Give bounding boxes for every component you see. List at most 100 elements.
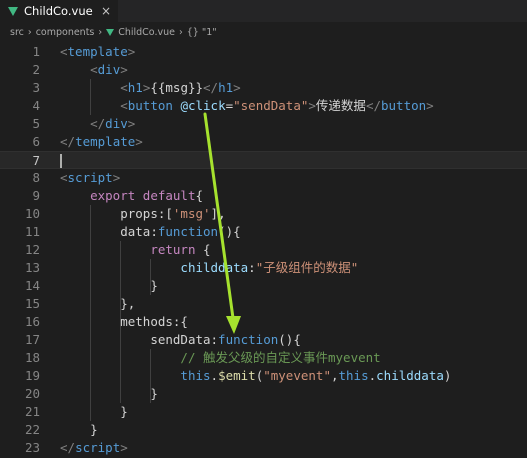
code-token: div [105, 116, 128, 131]
code-token: script [75, 440, 121, 455]
code-text: </template> [60, 133, 143, 151]
code-token: < [60, 44, 68, 59]
code-line[interactable]: 21 } [0, 403, 527, 421]
code-text: }, [60, 295, 135, 313]
tab-childco-vue[interactable]: ChildCo.vue × [0, 0, 118, 22]
code-line[interactable]: 16 methods:{ [0, 313, 527, 331]
code-line[interactable]: 13 childdata:"子级组件的数据" [0, 259, 527, 277]
code-line[interactable]: 5 </div> [0, 115, 527, 133]
code-token: template [75, 134, 136, 149]
chevron-right-icon: › [27, 27, 32, 38]
code-token: > [135, 134, 143, 149]
code-editor[interactable]: 1 <template> 2 <div> 3 <h1>{{msg}}</h1> 4 <b… [0, 43, 527, 458]
code-token: } [150, 278, 158, 293]
code-line[interactable]: 19 this.$emit("myevent",this.childdata) [0, 367, 527, 385]
code-token: template [67, 44, 128, 59]
line-number: 16 [24, 314, 40, 329]
code-token: < [120, 80, 128, 95]
line-number: 19 [24, 368, 40, 383]
line-number: 13 [24, 260, 40, 275]
breadcrumb-item-src[interactable]: src [10, 27, 24, 38]
code-line[interactable]: 4 <button @click="sendData">传递数据</button… [0, 97, 527, 115]
code-token: } [90, 422, 98, 437]
code-token: } [120, 404, 128, 419]
code-token: "sendData" [233, 98, 309, 113]
code-text: <div> [60, 61, 128, 79]
code-token: 'msg' [172, 206, 211, 221]
code-line[interactable]: 22 } [0, 421, 527, 439]
code-token: </ [203, 80, 219, 95]
code-line[interactable]: 6 </template> [0, 133, 527, 151]
code-token: < [60, 170, 68, 185]
code-text: } [60, 421, 98, 439]
line-number: 15 [24, 296, 40, 311]
code-line[interactable]: 17 sendData:function(){ [0, 331, 527, 349]
code-line[interactable]: 10 props:['msg'], [0, 205, 527, 223]
code-line[interactable]: 18 // 触发父级的自定义事件myevent [0, 349, 527, 367]
close-icon[interactable]: × [101, 3, 111, 19]
breadcrumb-item-file[interactable]: ChildCo.vue [118, 27, 175, 38]
code-line[interactable]: 11 data:function(){ [0, 223, 527, 241]
code-line[interactable]: 9 export default{ [0, 187, 527, 205]
chevron-right-icon: › [178, 27, 183, 38]
code-token: > [426, 98, 434, 113]
code-token: > [112, 170, 121, 185]
code-token: data: [120, 224, 158, 239]
code-token: { [195, 188, 204, 203]
code-line[interactable]: 8 <script> [0, 169, 527, 187]
code-token: $emit [218, 368, 256, 383]
code-line[interactable]: 1 <template> [0, 43, 527, 61]
code-text: export default{ [60, 187, 203, 205]
line-number: 4 [32, 98, 40, 113]
line-number: 10 [24, 206, 40, 221]
line-number: 11 [24, 224, 40, 239]
code-line[interactable]: 12 return { [0, 241, 527, 259]
code-token: , [330, 368, 339, 383]
code-token: h1 [218, 80, 234, 95]
code-token: this [338, 368, 369, 383]
code-line[interactable]: 7 [0, 151, 527, 169]
code-token: < [120, 98, 128, 113]
code-line[interactable]: 20 } [0, 385, 527, 403]
code-text: childdata:"子级组件的数据" [60, 259, 358, 277]
code-token: return [150, 242, 196, 257]
code-line[interactable]: 15 }, [0, 295, 527, 313]
tab-title: ChildCo.vue [24, 4, 93, 18]
code-line[interactable]: 2 <div> [0, 61, 527, 79]
breadcrumb-item-symbol[interactable]: {} "1" [187, 27, 217, 38]
code-text: <button @click="sendData">传递数据</button> [60, 97, 434, 115]
line-number: 9 [32, 188, 40, 203]
code-line[interactable]: 3 <h1>{{msg}}</h1> [0, 79, 527, 97]
code-token: (){ [218, 224, 241, 239]
line-number: 7 [32, 153, 40, 168]
line-number: 3 [32, 80, 40, 95]
vue-file-icon [8, 6, 18, 16]
code-text: <template> [60, 43, 135, 61]
code-token: </ [60, 134, 76, 149]
line-number: 22 [24, 422, 40, 437]
code-text: </div> [60, 115, 135, 133]
line-number: 23 [24, 440, 40, 455]
code-text: data:function(){ [60, 223, 241, 241]
code-line[interactable]: 23 </script> [0, 439, 527, 457]
code-line[interactable]: 14 } [0, 277, 527, 295]
code-token: methods:{ [120, 314, 188, 329]
code-text: sendData:function(){ [60, 331, 301, 349]
breadcrumb: src › components › ChildCo.vue › {} "1" [0, 22, 527, 43]
line-number: 18 [24, 350, 40, 365]
line-number: 1 [32, 44, 40, 59]
code-token: } [150, 386, 158, 401]
code-token: button [127, 98, 173, 113]
tab-bar: ChildCo.vue × [0, 0, 527, 22]
breadcrumb-item-components[interactable]: components [36, 27, 95, 38]
